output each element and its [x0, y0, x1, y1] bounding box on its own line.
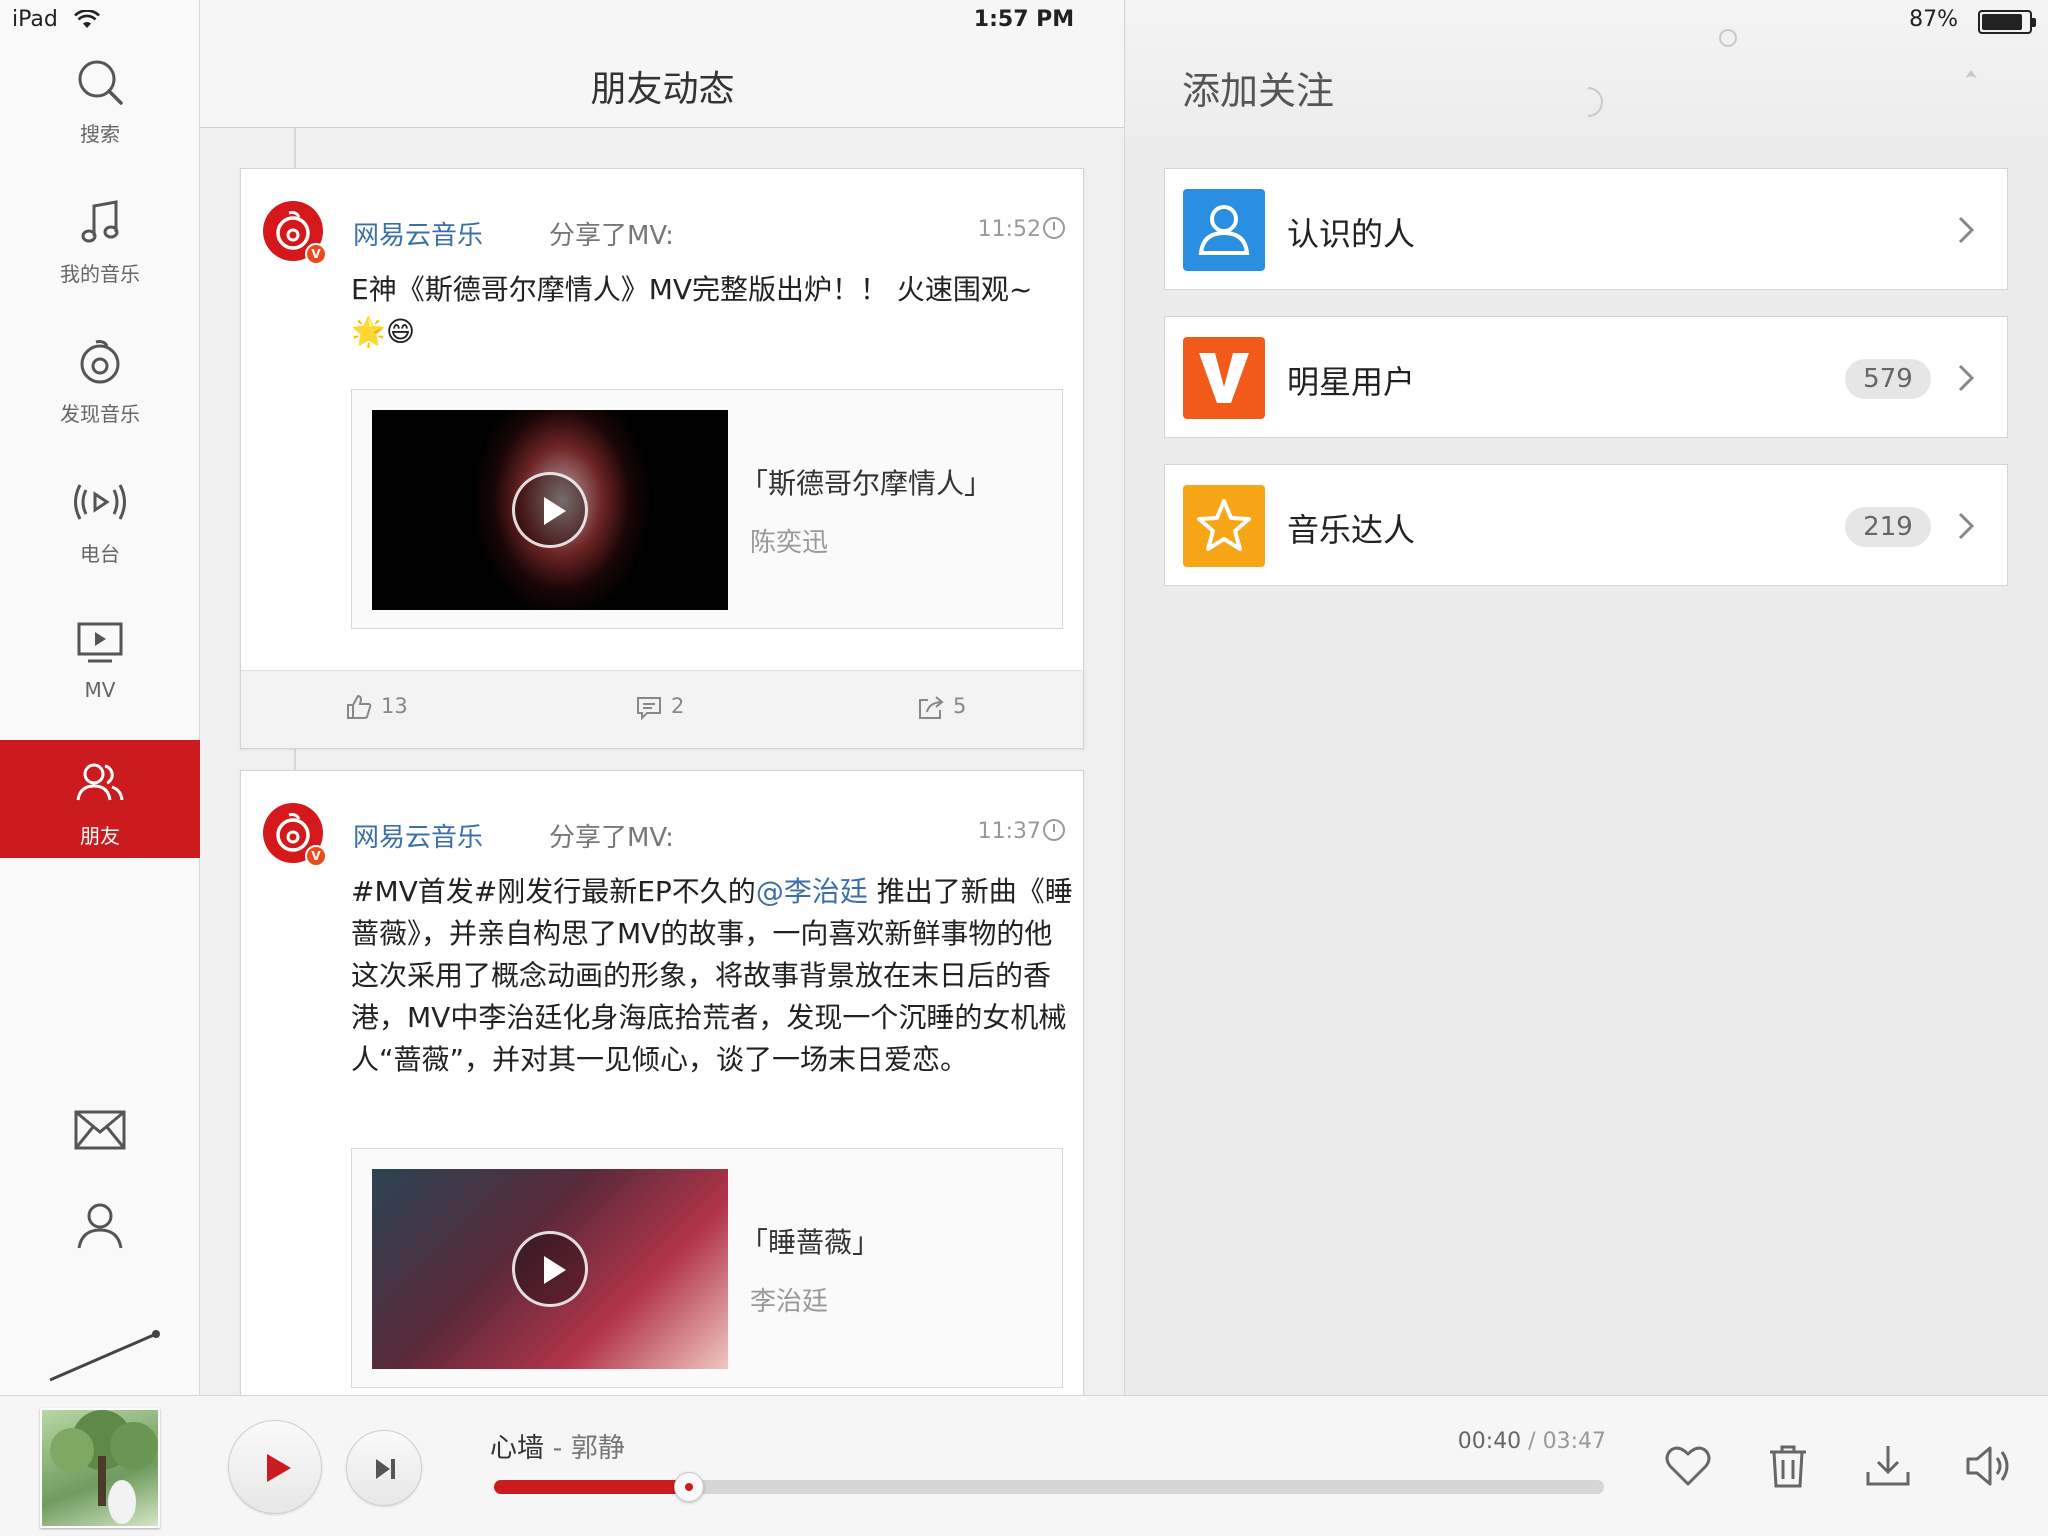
play-icon[interactable] [512, 472, 588, 548]
post-time: 11:52 [978, 217, 1065, 242]
album-art-image [50, 1410, 158, 1524]
comment-icon [637, 697, 661, 721]
mv-thumbnail [372, 410, 728, 610]
sidebar-item-discover[interactable]: 发现音乐 [0, 336, 200, 456]
follow-item-star-users[interactable]: 明星用户 579 [1164, 316, 2008, 438]
volume-icon[interactable] [1960, 1438, 2016, 1494]
thumbs-up-icon [347, 694, 372, 719]
song-artist: 郭静 [570, 1433, 625, 1464]
sidebar-item-label: 搜索 [80, 122, 120, 146]
like-button[interactable]: 13 [345, 693, 408, 727]
follow-item-label: 认识的人 [1287, 215, 1416, 253]
clock-icon [1043, 217, 1065, 239]
clock: 1:57 PM [973, 7, 1075, 32]
song-title: 心墙 [490, 1433, 544, 1464]
post-actions-bar: 13 2 5 [241, 670, 1083, 748]
progress-slider[interactable] [494, 1472, 1604, 1502]
mv-artist: 李治廷 [750, 1287, 829, 1317]
person-icon [1183, 189, 1265, 271]
mv-title: 「斯德哥尔摩情人」 [740, 467, 993, 500]
radio-icon [74, 484, 126, 520]
trash-icon[interactable] [1760, 1438, 1816, 1494]
clock-icon [1043, 819, 1065, 841]
mv-artist: 陈奕迅 [750, 528, 829, 558]
player-bar: 心墙 - 郭静 00:40 / 03:47 [0, 1395, 2048, 1536]
sidebar-item-label: 我的音乐 [60, 262, 140, 286]
download-icon[interactable] [1860, 1438, 1916, 1494]
follow-item-label: 音乐达人 [1287, 511, 1416, 549]
chevron-right-icon [1958, 216, 1975, 244]
chevron-right-icon [1958, 364, 1975, 392]
friends-feed-panel: 朋友动态 V 网易云音乐 分享了MV: 11:52 E神《斯德哥尔摩情人》MV完… [200, 0, 1125, 1395]
radio-antenna-decoration [49, 1330, 160, 1382]
feed-post: V 网易云音乐 分享了MV: 11:52 E神《斯德哥尔摩情人》MV完整版出炉！… [240, 168, 1084, 749]
sidebar-item-label: 发现音乐 [60, 402, 140, 426]
follow-item-known-people[interactable]: 认识的人 [1164, 168, 2008, 290]
post-action: 分享了MV: [549, 221, 674, 251]
v-badge-icon [1183, 337, 1265, 419]
post-text: E神《斯德哥尔摩情人》MV完整版出炉！！ 火速围观~ 🌟😄 [351, 273, 1033, 348]
mv-card[interactable]: 「斯德哥尔摩情人」 陈奕迅 [351, 389, 1063, 629]
star-icon [1183, 485, 1265, 567]
mail-icon[interactable] [70, 1100, 130, 1160]
progress-fill [494, 1480, 690, 1494]
play-icon [267, 1454, 291, 1482]
status-bar: iPad 1:57 PM 87% [0, 0, 2048, 40]
comment-button[interactable]: 2 [635, 693, 684, 727]
avatar[interactable]: V [263, 803, 327, 867]
post-author[interactable]: 网易云音乐 [353, 817, 483, 854]
chevron-right-icon [1958, 512, 1975, 540]
sidebar-item-search[interactable]: 搜索 [0, 56, 200, 176]
time-display: 00:40 / 03:47 [1457, 1429, 1606, 1454]
post-time: 11:37 [978, 819, 1065, 844]
total-time: 03:47 [1542, 1429, 1606, 1454]
page-title: 朋友动态 [590, 69, 735, 110]
count-badge: 579 [1845, 359, 1931, 399]
battery-icon [1978, 10, 2036, 34]
mv-thumbnail [372, 1169, 728, 1369]
verified-badge-icon: V [305, 845, 327, 867]
mv-icon [77, 622, 123, 663]
progress-handle[interactable] [674, 1472, 705, 1502]
panel-title: 添加关注 [1182, 69, 1335, 113]
sidebar-item-label: MV [84, 678, 116, 702]
profile-icon[interactable] [70, 1196, 130, 1256]
post-text: #MV首发#刚发行最新EP不久的@李治廷 推出了新曲《睡蔷薇》，并亲自构思了MV… [351, 875, 1073, 1076]
heart-icon[interactable] [1660, 1438, 1716, 1494]
emoji: 🌟😄 [351, 315, 416, 348]
follow-item-music-experts[interactable]: 音乐达人 219 [1164, 464, 2008, 586]
sidebar-item-mv[interactable]: MV [0, 616, 200, 736]
album-art[interactable] [40, 1408, 160, 1528]
current-time: 00:40 [1457, 1429, 1522, 1454]
share-button[interactable]: 5 [917, 693, 966, 727]
battery-percent: 87% [1909, 7, 1958, 32]
add-follow-panel: 添加关注 认识的人 明星用户 579 音乐达人 219 [1126, 0, 2048, 1395]
skip-next-icon [376, 1459, 395, 1479]
sidebar-item-label: 电台 [80, 542, 120, 566]
next-button[interactable] [346, 1430, 422, 1506]
sidebar-item-radio[interactable]: 电台 [0, 476, 200, 596]
play-icon[interactable] [512, 1231, 588, 1307]
user-mention-link[interactable]: @李治廷 [756, 875, 868, 908]
netease-logo-icon [80, 340, 120, 384]
post-author[interactable]: 网易云音乐 [353, 215, 483, 252]
play-button[interactable] [228, 1420, 322, 1514]
verified-badge-icon: V [305, 243, 327, 265]
search-icon [78, 60, 123, 105]
friends-icon [76, 763, 124, 801]
post-action: 分享了MV: [549, 823, 674, 853]
mv-card[interactable]: 「睡蔷薇」 李治廷 [351, 1148, 1063, 1388]
now-playing-info: 心墙 - 郭静 [490, 1433, 625, 1464]
music-note-icon [81, 200, 119, 243]
sidebar: 搜索 我的音乐 发现音乐 电台 MV 朋友 [0, 0, 200, 1395]
sidebar-item-friends[interactable]: 朋友 [0, 740, 200, 858]
sidebar-item-label: 朋友 [80, 824, 120, 848]
avatar[interactable]: V [263, 201, 327, 265]
mv-title: 「睡蔷薇」 [740, 1226, 881, 1259]
sidebar-item-my-music[interactable]: 我的音乐 [0, 196, 200, 316]
share-icon [919, 696, 944, 719]
follow-item-label: 明星用户 [1287, 363, 1416, 401]
count-badge: 219 [1845, 507, 1931, 547]
feed-post: V 网易云音乐 分享了MV: 11:37 #MV首发#刚发行最新EP不久的@李治… [240, 770, 1084, 1395]
